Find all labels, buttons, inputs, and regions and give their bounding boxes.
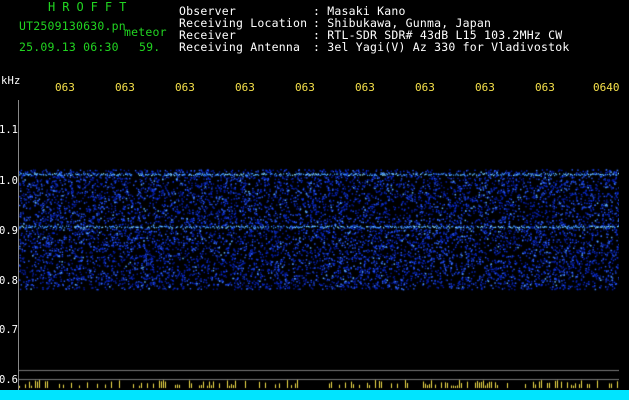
info-antenna-value: : 3el Yagi(V) Az 330 for Vladivostok [313, 40, 570, 54]
meteor-count: 59. [139, 40, 161, 54]
x-tick: 063 [115, 81, 135, 94]
x-tick: 063 [475, 81, 495, 94]
x-tick: 0640 [593, 81, 620, 94]
x-tick: 063 [55, 81, 75, 94]
y-tick: 1.0 [0, 175, 18, 187]
info-antenna-label: Receiving Antenna [179, 40, 301, 54]
file-name: UT2509130630.pn [19, 19, 126, 33]
signal-level-bar [0, 390, 629, 400]
x-tick: 063 [175, 81, 195, 94]
logo: HROFFT [48, 0, 134, 14]
spectrogram [19, 100, 619, 390]
date-time: 25.09.13 06:30 [19, 40, 119, 54]
x-tick: 063 [295, 81, 315, 94]
x-tick: 063 [355, 81, 375, 94]
detect-label: meteor [124, 25, 167, 39]
y-tick: 0.9 [0, 225, 18, 237]
y-tick: 1.1 [0, 124, 18, 136]
x-tick: 063 [535, 81, 555, 94]
y-axis-unit: kHz [1, 75, 21, 87]
x-tick: 063 [415, 81, 435, 94]
x-tick: 063 [235, 81, 255, 94]
y-tick: 0.8 [0, 275, 18, 287]
y-tick: 0.7 [0, 324, 18, 336]
y-tick: 0.6 [0, 374, 18, 386]
